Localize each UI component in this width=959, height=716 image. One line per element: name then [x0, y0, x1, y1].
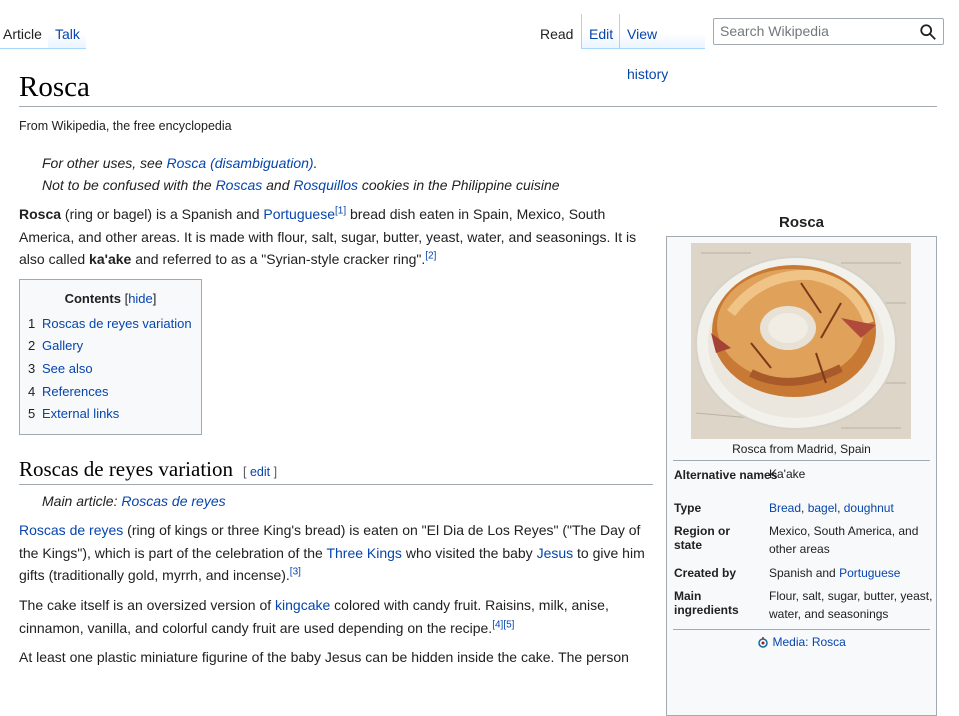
infobox-label: Created by	[674, 566, 737, 580]
infobox-caption: Rosca from Madrid, Spain	[732, 442, 871, 456]
main-article-link[interactable]: Roscas de reyes	[121, 493, 225, 509]
infobox-label: Main ingredients	[674, 589, 739, 617]
infobox-value: Ka'ake	[769, 467, 806, 481]
infobox-label: Type	[674, 501, 702, 515]
ref-4[interactable]: [4]	[492, 619, 503, 630]
kingcake-link[interactable]: kingcake	[275, 597, 330, 613]
toc-item[interactable]: 1 Roscas de reyes variation	[28, 316, 192, 331]
toc-item[interactable]: 4 References	[28, 384, 108, 399]
ref-2[interactable]: [2]	[425, 250, 436, 261]
tab-view-history[interactable]: View history	[619, 14, 705, 82]
infobox-label: Region or state	[674, 524, 730, 552]
tab-underline	[581, 48, 705, 49]
tab-article[interactable]: Article	[0, 14, 48, 49]
infobox-title: Rosca	[778, 214, 825, 231]
infobox-value: Flour, salt, sugar, butter, yeast, water…	[769, 589, 933, 621]
bagel-link[interactable]: bagel	[808, 501, 837, 515]
top-navigation: Article Talk Read Edit View history	[0, 0, 959, 82]
infobox-media: Media: Rosca	[667, 635, 936, 649]
roscas-link[interactable]: Roscas	[216, 177, 263, 193]
toc-item[interactable]: 5 External links	[28, 406, 119, 421]
section-paragraph: Roscas de reyes (ring of kings or three …	[19, 522, 645, 583]
hatnote-confusion: Not to be confused with the Roscas and R…	[42, 177, 560, 193]
tab-edit[interactable]: Edit	[581, 14, 619, 49]
intro-paragraph: Rosca (ring or bagel) is a Spanish and P…	[19, 205, 637, 267]
tab-underline	[0, 48, 86, 49]
toc-hide-link[interactable]: hide	[128, 291, 153, 306]
jesus-link[interactable]: Jesus	[537, 545, 574, 561]
toc-item[interactable]: 3 See also	[28, 361, 93, 376]
rosquillos-link[interactable]: Rosquillos	[293, 177, 358, 193]
search-input[interactable]	[720, 22, 910, 40]
three-kings-link[interactable]: Three Kings	[326, 545, 401, 561]
section-heading: Roscas de reyes variation[ edit ]	[19, 457, 278, 481]
ref-5[interactable]: [5]	[503, 619, 514, 630]
infobox-divider	[673, 629, 930, 630]
page-title: Rosca	[19, 71, 90, 103]
commons-icon	[758, 637, 768, 648]
rosca-photo-image	[691, 243, 911, 439]
infobox: Rosca from Madrid, Spain Alternative nam…	[666, 236, 937, 716]
ref-3[interactable]: [3]	[290, 566, 301, 577]
tab-talk[interactable]: Talk	[48, 14, 86, 49]
rosca-photo[interactable]	[691, 243, 911, 439]
search-box[interactable]	[713, 18, 944, 45]
infobox-value: Bread, bagel, doughnut	[769, 501, 894, 515]
section-divider	[19, 484, 653, 485]
section-paragraph: The cake itself is an oversized version …	[19, 597, 609, 636]
disambiguation-link[interactable]: Rosca (disambiguation)	[167, 155, 314, 171]
infobox-value: Spanish and Portuguese	[769, 566, 901, 580]
roscas-de-reyes-link[interactable]: Roscas de reyes	[19, 522, 123, 538]
infobox-value: Mexico, South America, and other areas	[769, 524, 919, 556]
main-article-note: Main article: Roscas de reyes	[42, 493, 226, 509]
section-edit-link[interactable]: edit	[250, 465, 270, 479]
portuguese-link[interactable]: Portuguese	[263, 206, 335, 222]
doughnut-link[interactable]: doughnut	[844, 501, 894, 515]
tagline: From Wikipedia, the free encyclopedia	[19, 119, 232, 133]
title-divider	[19, 106, 937, 107]
section-paragraph: At least one plastic miniature figurine …	[19, 649, 629, 665]
toc-item[interactable]: 2 Gallery	[28, 338, 83, 353]
ref-1[interactable]: [1]	[335, 205, 346, 216]
bread-link[interactable]: Bread	[769, 501, 801, 515]
tab-read[interactable]: Read	[533, 14, 581, 49]
toc-title: Contents [hide]	[64, 291, 157, 306]
infobox-divider	[673, 460, 930, 461]
hatnote-disambiguation: For other uses, see Rosca (disambiguatio…	[42, 155, 318, 171]
media-link[interactable]: Media: Rosca	[772, 635, 845, 649]
infobox-label: Alternative names	[674, 468, 778, 482]
search-icon[interactable]	[919, 23, 937, 41]
table-of-contents: Contents [hide] 1 Roscas de reyes variati…	[19, 279, 202, 435]
creator-portuguese-link[interactable]: Portuguese	[839, 566, 900, 580]
